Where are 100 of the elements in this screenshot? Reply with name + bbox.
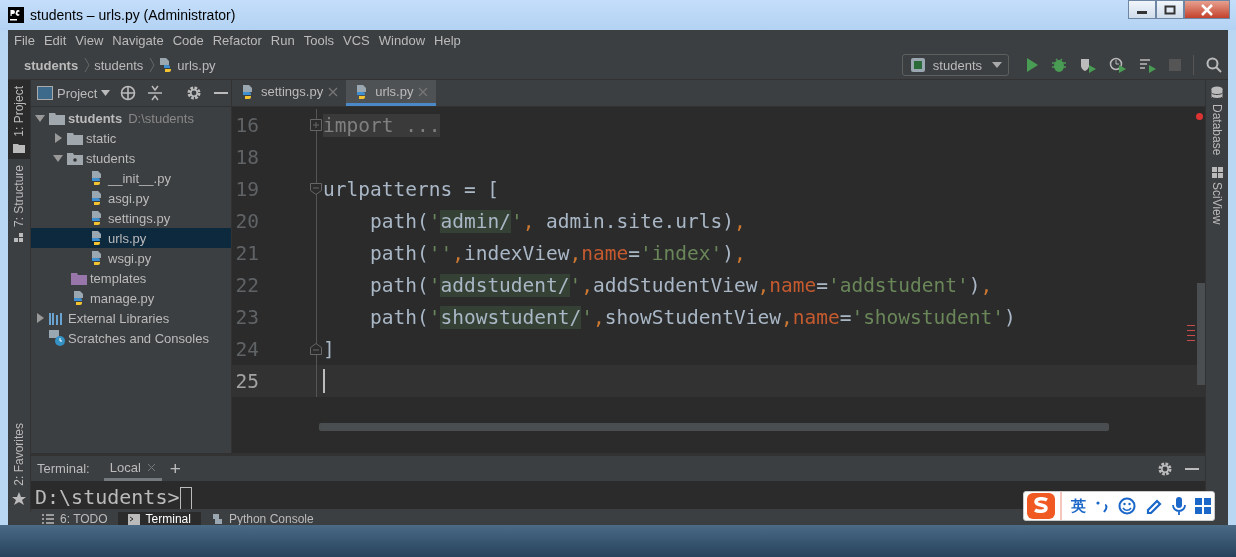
tree-item[interactable]: asgi.py bbox=[31, 188, 231, 208]
tool-window-button[interactable]: 7: Structure bbox=[8, 158, 30, 249]
scratch-clock-icon bbox=[49, 330, 65, 346]
caret-icon bbox=[992, 62, 1002, 68]
menu-item[interactable]: VCS bbox=[343, 33, 370, 48]
caret-icon bbox=[101, 90, 111, 96]
code-line: path('showstudent/',showStudentView,name='showstudent') bbox=[368, 305, 1016, 329]
shield-run-icon[interactable] bbox=[1079, 57, 1097, 73]
chevron-icon bbox=[149, 57, 156, 73]
folder-icon bbox=[49, 111, 65, 125]
breadcrumb[interactable]: students bbox=[24, 57, 79, 73]
crosshair-icon[interactable] bbox=[120, 85, 137, 101]
menu-item[interactable]: Edit bbox=[43, 33, 67, 48]
view-dropdown[interactable]: Project bbox=[57, 85, 111, 101]
tool-window-button[interactable]: 2: Favorites bbox=[8, 417, 30, 512]
error-indicator-icon[interactable] bbox=[1196, 113, 1203, 120]
django-icon bbox=[910, 58, 925, 72]
terminal-prompt: D:\students> bbox=[35, 485, 180, 509]
menu-item[interactable]: Window bbox=[378, 33, 426, 48]
minimize-icon bbox=[1137, 11, 1147, 14]
code-line: path('',indexView,name='index'), bbox=[368, 241, 746, 265]
tree-item[interactable]: manage.py bbox=[31, 288, 231, 308]
editor-tab[interactable]: settings.py bbox=[232, 80, 347, 106]
minimize-button[interactable] bbox=[1128, 0, 1156, 19]
package-folder-icon bbox=[67, 151, 83, 165]
window-title: students – urls.py (Administrator) bbox=[30, 7, 236, 23]
folder-icon bbox=[71, 271, 87, 285]
run-icon[interactable] bbox=[1025, 57, 1039, 73]
terminal-icon bbox=[127, 513, 140, 525]
fold-plus-icon[interactable] bbox=[310, 119, 322, 131]
python-file-icon bbox=[157, 57, 174, 73]
menu-item[interactable]: Run bbox=[270, 33, 295, 48]
close-icon bbox=[1200, 3, 1214, 16]
tree-item[interactable]: settings.py bbox=[31, 208, 231, 228]
menu-item[interactable]: Refactor bbox=[212, 33, 262, 48]
settings-icon[interactable] bbox=[186, 85, 203, 101]
star-icon bbox=[12, 492, 26, 506]
terminal-label: Terminal: bbox=[37, 461, 90, 476]
clock-run-icon[interactable] bbox=[1109, 57, 1127, 73]
tool-window-button[interactable]: 1: Project bbox=[8, 80, 30, 159]
tool-window-tab[interactable]: Terminal bbox=[117, 512, 201, 526]
new-tab-button[interactable]: + bbox=[161, 459, 189, 478]
line-number: 18 bbox=[234, 145, 259, 169]
tree-item[interactable]: students D:\students bbox=[31, 108, 231, 128]
menu-item[interactable]: Navigate bbox=[112, 33, 164, 48]
tree-item[interactable]: students bbox=[31, 148, 231, 168]
close-button[interactable] bbox=[1184, 0, 1230, 19]
tree-item[interactable]: wsgi.py bbox=[31, 248, 231, 268]
tree-item[interactable]: urls.py bbox=[31, 228, 231, 248]
folder-icon bbox=[67, 131, 83, 145]
maximize-icon bbox=[1164, 4, 1176, 15]
python-icon bbox=[210, 513, 223, 525]
bug-icon[interactable] bbox=[1051, 57, 1067, 73]
settings-icon[interactable] bbox=[1157, 460, 1173, 477]
horizontal-scrollbar[interactable] bbox=[319, 423, 1109, 431]
code-line: urlpatterns = [ bbox=[322, 177, 500, 201]
tree-item[interactable]: templates bbox=[31, 268, 231, 288]
menu-item[interactable]: Code bbox=[172, 33, 204, 48]
tree-item[interactable]: External Libraries bbox=[31, 308, 231, 328]
code-line: path('addstudent/',addStudentView,name='addstudent'), bbox=[368, 273, 993, 297]
menu-item[interactable]: Tools bbox=[303, 33, 335, 48]
tool-window-tab[interactable]: 6: TODO bbox=[32, 512, 118, 526]
collapse-all-icon[interactable] bbox=[148, 85, 163, 101]
language-toggle[interactable]: 英 bbox=[1071, 496, 1086, 516]
maximize-button[interactable] bbox=[1156, 0, 1184, 19]
tree-item[interactable]: __init__.py bbox=[31, 168, 231, 188]
database-icon bbox=[1211, 86, 1223, 100]
grid-menu-icon[interactable] bbox=[1195, 498, 1211, 514]
menu-item[interactable]: Help bbox=[434, 33, 461, 48]
close-icon[interactable] bbox=[328, 86, 339, 97]
lines-run-icon[interactable] bbox=[1139, 57, 1157, 73]
input-method-logo-icon[interactable] bbox=[1026, 492, 1062, 520]
microphone-icon[interactable] bbox=[1172, 497, 1186, 515]
scrollbar-thumb[interactable] bbox=[1197, 283, 1205, 385]
pencil-icon[interactable] bbox=[1145, 497, 1163, 515]
app-logo-icon bbox=[8, 7, 24, 23]
fold-minus-icon[interactable] bbox=[310, 343, 322, 355]
menu-item[interactable]: File bbox=[14, 33, 35, 48]
tree-item[interactable]: static bbox=[31, 128, 231, 148]
menu-item[interactable]: View bbox=[75, 33, 104, 48]
breadcrumb[interactable]: urls.py bbox=[177, 57, 216, 73]
smiley-icon[interactable] bbox=[1118, 497, 1136, 515]
editor-tab[interactable]: urls.py bbox=[346, 80, 437, 106]
tool-window-button[interactable]: Database bbox=[1206, 80, 1228, 162]
line-number: 22 bbox=[234, 273, 259, 297]
panel-icon bbox=[37, 86, 53, 100]
punctuation-icon[interactable] bbox=[1095, 499, 1109, 513]
line-number: 20 bbox=[234, 209, 259, 233]
code-line: ] bbox=[322, 337, 335, 361]
tool-window-tab[interactable]: Python Console bbox=[200, 512, 324, 526]
tool-window-button[interactable]: SciView bbox=[1206, 161, 1228, 231]
fold-minus-icon[interactable] bbox=[310, 183, 322, 195]
grid-icon bbox=[1211, 167, 1223, 179]
search-icon[interactable] bbox=[1206, 57, 1222, 73]
hide-icon[interactable] bbox=[214, 91, 229, 95]
breadcrumb[interactable]: students bbox=[94, 57, 144, 73]
close-icon[interactable] bbox=[146, 462, 156, 472]
tree-item[interactable]: Scratches and Consoles bbox=[31, 328, 231, 348]
structure-icon bbox=[14, 232, 24, 243]
run-configuration-dropdown[interactable]: students bbox=[901, 54, 1009, 76]
